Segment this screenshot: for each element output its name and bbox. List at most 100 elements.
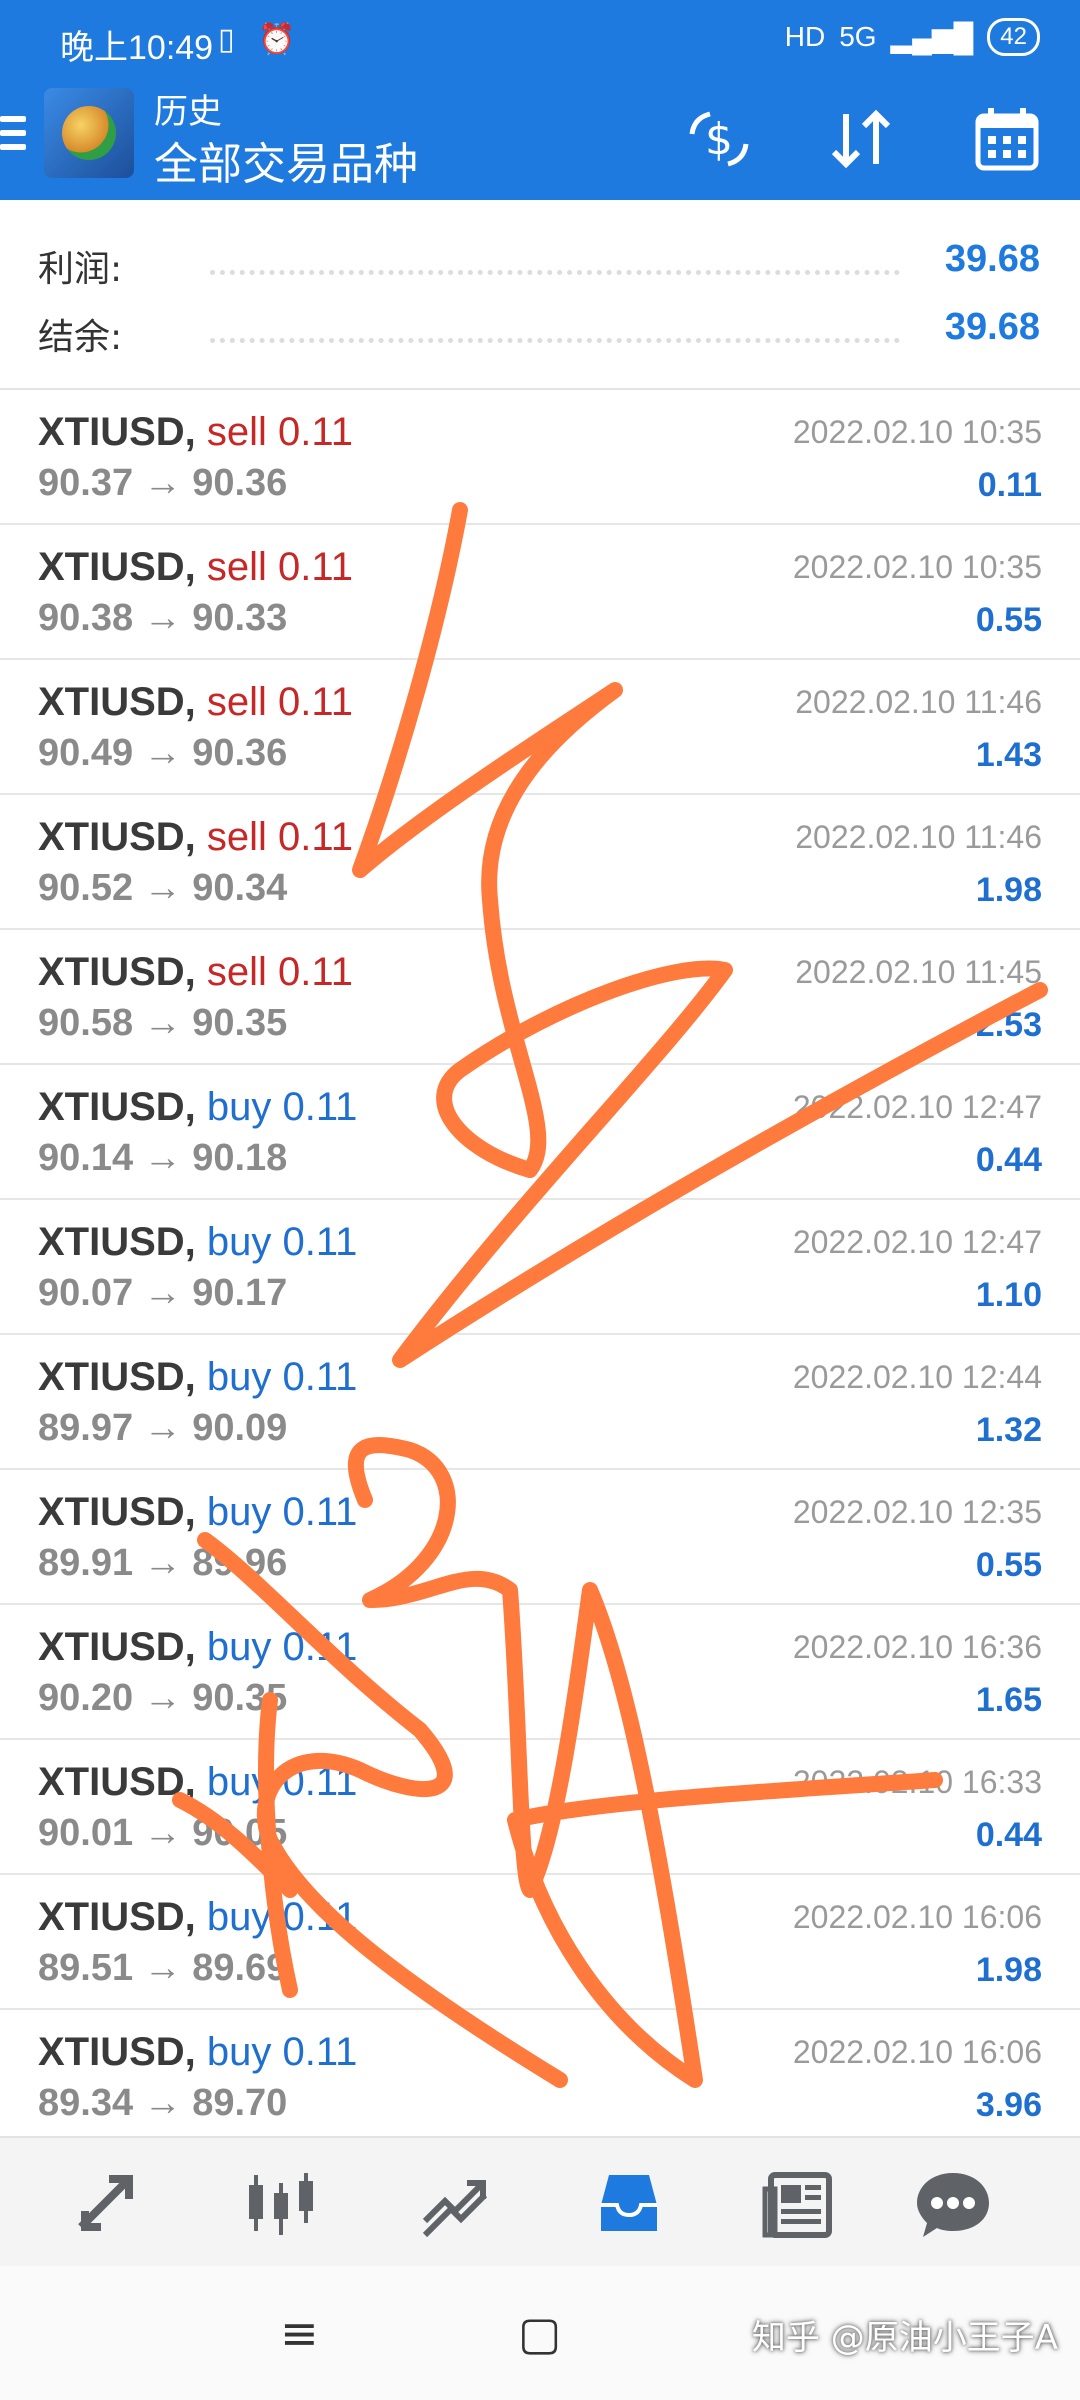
trade-symbol-label: XTIUSD,: [38, 680, 196, 724]
trade-row[interactable]: XTIUSD, buy 0.11 90.01 → 90.05 2022.02.10 …: [0, 1740, 1080, 1875]
currency-exchange-icon[interactable]: $: [684, 104, 754, 174]
vibrate-icon: ▯: [218, 22, 235, 57]
trade-row[interactable]: XTIUSD, buy 0.11 90.07 → 90.17 2022.02.10 …: [0, 1200, 1080, 1335]
trade-profit: 1.98: [975, 871, 1042, 909]
trade-time: 2022.02.10 16:36: [792, 1629, 1042, 1665]
trade-time: 2022.02.10 12:35: [792, 1494, 1042, 1530]
chat-icon[interactable]: [908, 2160, 998, 2250]
trade-icon[interactable]: [410, 2160, 500, 2250]
trade-row[interactable]: XTIUSD, buy 0.11 90.14 → 90.18 2022.02.10 …: [0, 1065, 1080, 1200]
trade-profit: 0.55: [975, 1546, 1042, 1584]
trade-symbol: XTIUSD, sell 0.11: [38, 815, 353, 860]
trade-prices: 90.01 → 90.05: [38, 1812, 288, 1854]
trade-profit: 0.44: [975, 1141, 1042, 1179]
trade-symbol-label: XTIUSD,: [38, 1355, 196, 1399]
trade-symbol: XTIUSD, buy 0.11: [38, 1085, 357, 1130]
trade-symbol: XTIUSD, sell 0.11: [38, 545, 353, 590]
trade-symbol-label: XTIUSD,: [38, 1760, 196, 1804]
trade-symbol: XTIUSD, sell 0.11: [38, 680, 353, 725]
trade-symbol-label: XTIUSD,: [38, 1220, 196, 1264]
trade-prices: 90.20 → 90.35: [38, 1677, 288, 1719]
trade-side: sell 0.11: [206, 950, 353, 994]
trade-profit: 2.53: [975, 1006, 1042, 1044]
trade-row[interactable]: XTIUSD, sell 0.11 90.52 → 90.34 2022.02.10…: [0, 795, 1080, 930]
trade-symbol-label: XTIUSD,: [38, 2030, 196, 2074]
hd-icon: HD: [784, 21, 826, 52]
balance-label: 结余:: [38, 317, 123, 358]
bottom-navigation: [0, 2136, 1080, 2266]
chart-icon[interactable]: [236, 2160, 326, 2250]
trade-symbol-label: XTIUSD,: [38, 1490, 196, 1534]
menu-button-icon[interactable]: ≡: [280, 2306, 319, 2360]
trade-symbol: XTIUSD, buy 0.11: [38, 1220, 357, 1265]
trade-time: 2022.02.10 16:06: [792, 2034, 1042, 2070]
page-title[interactable]: 全部交易品种: [154, 128, 418, 192]
profit-value: 39.68: [944, 238, 1040, 280]
trade-symbol-label: XTIUSD,: [38, 1895, 196, 1939]
trade-prices: 90.52 → 90.34: [38, 867, 288, 909]
trade-side: buy 0.11: [206, 1355, 358, 1399]
home-button-icon[interactable]: ▢: [518, 2306, 561, 2360]
trade-symbol-label: XTIUSD,: [38, 1625, 196, 1669]
watermark: 知乎 @原油小王子A: [751, 2318, 1058, 2358]
profit-row: 利润: 39.68: [0, 230, 1080, 290]
trade-profit: 1.10: [975, 1276, 1042, 1314]
trade-row[interactable]: XTIUSD, sell 0.11 90.37 → 90.36 2022.02.10…: [0, 390, 1080, 525]
trade-row[interactable]: XTIUSD, buy 0.11 89.97 → 90.09 2022.02.10 …: [0, 1335, 1080, 1470]
trade-row[interactable]: XTIUSD, buy 0.11 89.34 → 89.70 2022.02.10 …: [0, 2010, 1080, 2145]
dotted-leader: [210, 338, 900, 343]
trade-row[interactable]: XTIUSD, sell 0.11 90.49 → 90.36 2022.02.10…: [0, 660, 1080, 795]
trade-time: 2022.02.10 10:35: [792, 549, 1042, 585]
trade-side: buy 0.11: [206, 2030, 358, 2074]
trade-symbol-label: XTIUSD,: [38, 950, 196, 994]
trade-symbol-label: XTIUSD,: [38, 545, 196, 589]
trade-time: 2022.02.10 10:35: [792, 414, 1042, 450]
signal-icon: ▂▄▆█: [890, 21, 974, 53]
trade-symbol: XTIUSD, buy 0.11: [38, 1760, 357, 1805]
trade-symbol: XTIUSD, buy 0.11: [38, 1625, 357, 1670]
profit-label: 利润:: [38, 249, 123, 290]
trade-symbol: XTIUSD, sell 0.11: [38, 950, 353, 995]
trade-profit: 3.96: [975, 2086, 1042, 2124]
news-icon[interactable]: [754, 2160, 844, 2250]
trade-row[interactable]: XTIUSD, sell 0.11 90.38 → 90.33 2022.02.10…: [0, 525, 1080, 660]
calendar-icon[interactable]: [972, 104, 1042, 174]
top-bar: 晚上10:49 ▯ ⏰ HD 5G ▂▄▆█ 42 历史 全部交易品种 $: [0, 0, 1080, 200]
menu-icon[interactable]: [0, 116, 26, 156]
trade-side: buy 0.11: [206, 1085, 358, 1129]
trade-row[interactable]: XTIUSD, buy 0.11 89.91 → 89.96 2022.02.10 …: [0, 1470, 1080, 1605]
trade-row[interactable]: XTIUSD, buy 0.11 90.20 → 90.35 2022.02.10 …: [0, 1605, 1080, 1740]
app-header: 历史 全部交易品种 $: [0, 80, 1080, 200]
trade-side: buy 0.11: [206, 1220, 358, 1264]
trade-symbol: XTIUSD, buy 0.11: [38, 1895, 357, 1940]
trade-prices: 89.91 → 89.96: [38, 1542, 288, 1584]
trade-profit: 1.32: [975, 1411, 1042, 1449]
trade-side: buy 0.11: [206, 1895, 358, 1939]
trade-profit: 0.55: [975, 601, 1042, 639]
trade-time: 2022.02.10 11:45: [795, 954, 1042, 990]
trade-symbol-label: XTIUSD,: [38, 1085, 196, 1129]
trade-side: sell 0.11: [206, 680, 353, 724]
sort-icon[interactable]: [826, 104, 896, 174]
trade-profit: 0.11: [977, 466, 1042, 504]
battery-icon: 42: [987, 18, 1040, 56]
trade-time: 2022.02.10 11:46: [795, 684, 1042, 720]
trade-side: sell 0.11: [206, 815, 353, 859]
trade-row[interactable]: XTIUSD, sell 0.11 90.58 → 90.35 2022.02.10…: [0, 930, 1080, 1065]
history-icon[interactable]: [584, 2160, 674, 2250]
trade-symbol: XTIUSD, sell 0.11: [38, 410, 353, 455]
page-subtitle: 历史: [154, 92, 222, 132]
trade-time: 2022.02.10 12:47: [792, 1089, 1042, 1125]
trade-symbol: XTIUSD, buy 0.11: [38, 2030, 357, 2075]
balance-row: 结余: 39.68: [0, 298, 1080, 358]
trade-history-list: XTIUSD, sell 0.11 90.37 → 90.36 2022.02.10…: [0, 390, 1080, 2145]
trade-prices: 90.14 → 90.18: [38, 1137, 288, 1179]
trade-prices: 89.97 → 90.09: [38, 1407, 288, 1449]
trade-time: 2022.02.10 11:46: [795, 819, 1042, 855]
balance-value: 39.68: [944, 306, 1040, 348]
app-logo-icon: [44, 88, 134, 178]
quotes-icon[interactable]: [62, 2160, 152, 2250]
trade-time: 2022.02.10 16:33: [792, 1764, 1042, 1800]
trade-row[interactable]: XTIUSD, buy 0.11 89.51 → 89.69 2022.02.10 …: [0, 1875, 1080, 2010]
trade-prices: 90.38 → 90.33: [38, 597, 288, 639]
